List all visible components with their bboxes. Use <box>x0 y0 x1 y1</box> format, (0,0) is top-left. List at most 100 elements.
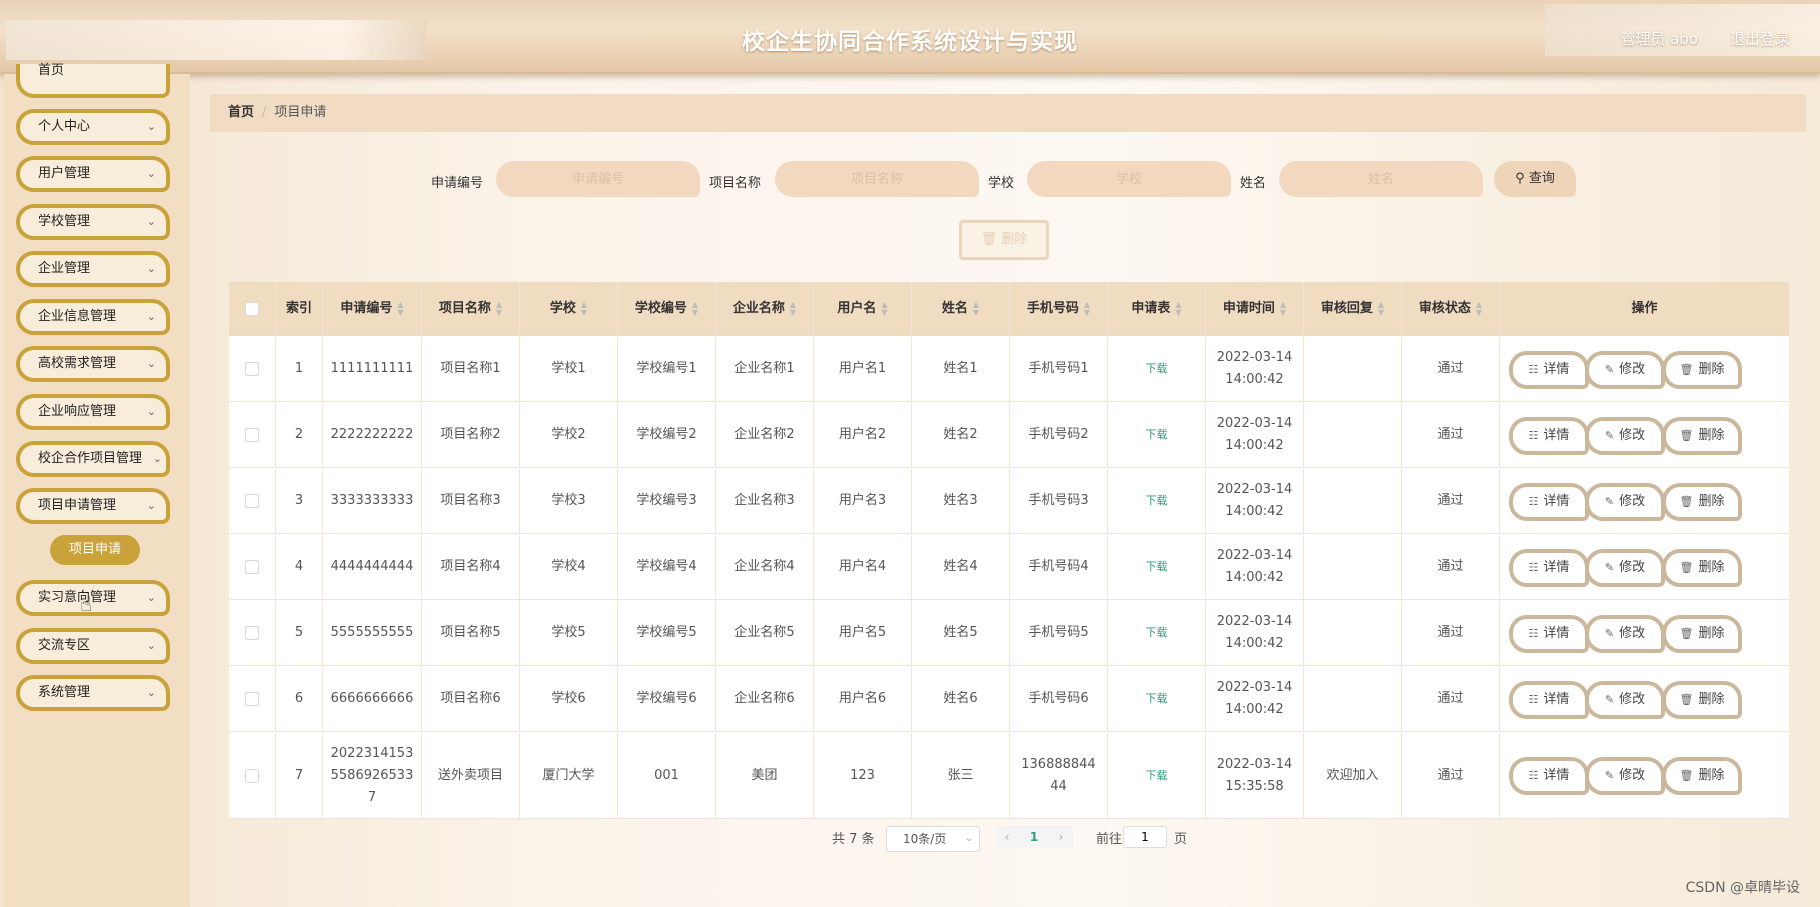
header-company[interactable]: 企业名称 ▲ ▼ <box>716 282 814 336</box>
header-school[interactable]: 学校 ▲ ▼ <box>520 282 618 336</box>
sort-icon[interactable]: ▲ ▼ <box>397 301 403 317</box>
name-input[interactable] <box>1279 161 1483 197</box>
header-form[interactable]: 申请表 ▲ ▼ <box>1108 282 1206 336</box>
edit-button[interactable]: ✎ 修改 <box>1585 680 1665 719</box>
download-link[interactable]: 下载 <box>1146 556 1168 578</box>
sidebar-item-internship-intent[interactable]: 实习意向管理 ⌄ <box>16 580 170 616</box>
edit-button[interactable]: ✎ 修改 <box>1585 416 1665 455</box>
sort-icon[interactable]: ▲ ▼ <box>581 301 587 317</box>
row-select-cell[interactable] <box>229 733 276 818</box>
sort-icon[interactable]: ▲ ▼ <box>881 301 887 317</box>
detail-button[interactable]: ☷ 详情 <box>1509 482 1589 521</box>
header-select-all[interactable] <box>229 282 276 336</box>
sort-icon[interactable]: ▲ ▼ <box>496 301 502 317</box>
edit-button[interactable]: ✎ 修改 <box>1585 614 1665 653</box>
submenu-project-application[interactable]: 项目申请 <box>50 535 140 565</box>
sidebar-item-user-management[interactable]: 用户管理 ⌄ <box>16 156 170 192</box>
detail-button[interactable]: ☷ 详情 <box>1509 614 1589 653</box>
form-cell[interactable]: 下载 <box>1108 403 1206 467</box>
header-project-name[interactable]: 项目名称 ▲ ▼ <box>422 282 520 336</box>
breadcrumb-home[interactable]: 首页 <box>228 105 254 120</box>
batch-delete-button[interactable]: 🗑 删除 <box>959 220 1049 260</box>
sidebar-item-college-demand[interactable]: 高校需求管理 ⌄ <box>16 346 170 382</box>
sidebar-item-project-application[interactable]: 项目申请管理 ⌄ <box>16 488 170 524</box>
sidebar-item-company-info[interactable]: 企业信息管理 ⌄ <box>16 299 170 335</box>
sidebar-item-cooperation-project[interactable]: 校企合作项目管理 ⌄ <box>16 441 170 477</box>
sort-icon[interactable]: ▲ ▼ <box>1280 301 1286 317</box>
download-link[interactable]: 下载 <box>1146 765 1168 787</box>
sort-icon[interactable]: ▲ ▼ <box>973 301 979 317</box>
form-cell[interactable]: 下载 <box>1108 337 1206 401</box>
goto-page-input[interactable] <box>1123 826 1167 848</box>
edit-button[interactable]: ✎ 修改 <box>1585 350 1665 389</box>
logout-link[interactable]: 退出登录 <box>1730 28 1790 49</box>
edit-button[interactable]: ✎ 修改 <box>1585 757 1665 795</box>
detail-button[interactable]: ☷ 详情 <box>1509 416 1589 455</box>
edit-button[interactable]: ✎ 修改 <box>1585 548 1665 587</box>
header-apply-time[interactable]: 申请时间 ▲ ▼ <box>1206 282 1304 336</box>
download-link[interactable]: 下载 <box>1146 622 1168 644</box>
row-checkbox[interactable] <box>245 626 259 640</box>
form-cell[interactable]: 下载 <box>1108 733 1206 818</box>
row-select-cell[interactable] <box>229 601 276 665</box>
sort-icon[interactable]: ▲ ▼ <box>1378 301 1384 317</box>
sort-icon[interactable]: ▲ ▼ <box>1084 301 1090 317</box>
sort-icon[interactable]: ▲ ▼ <box>1175 301 1181 317</box>
delete-button[interactable]: 🗑 删除 <box>1662 482 1742 521</box>
sort-icon[interactable]: ▲ ▼ <box>692 301 698 317</box>
form-cell[interactable]: 下载 <box>1108 667 1206 731</box>
download-link[interactable]: 下载 <box>1146 358 1168 380</box>
header-review-status[interactable]: 审核状态 ▲ ▼ <box>1402 282 1500 336</box>
row-select-cell[interactable] <box>229 337 276 401</box>
sidebar-item-company-response[interactable]: 企业响应管理 ⌄ <box>16 394 170 430</box>
download-link[interactable]: 下载 <box>1146 424 1168 446</box>
header-apply-no[interactable]: 申请编号 ▲ ▼ <box>323 282 422 336</box>
sidebar-item-company-management[interactable]: 企业管理 ⌄ <box>16 251 170 287</box>
sort-icon[interactable]: ▲ ▼ <box>1476 301 1482 317</box>
sidebar-item-personal-center[interactable]: 个人中心 ⌄ <box>16 109 170 145</box>
row-select-cell[interactable] <box>229 535 276 599</box>
header-review-reply[interactable]: 审核回复 ▲ ▼ <box>1304 282 1402 336</box>
row-checkbox[interactable] <box>245 692 259 706</box>
prev-page-icon[interactable]: ‹ <box>997 826 1017 848</box>
header-phone[interactable]: 手机号码 ▲ ▼ <box>1010 282 1108 336</box>
query-button[interactable]: ⚲ 查询 <box>1494 161 1576 197</box>
page-size-select[interactable]: 10条/页 ⌄ <box>886 826 980 852</box>
download-link[interactable]: 下载 <box>1146 688 1168 710</box>
delete-button[interactable]: 🗑 删除 <box>1662 680 1742 719</box>
sidebar-item-system-management[interactable]: 系统管理 ⌄ <box>16 675 170 711</box>
current-page[interactable]: 1 <box>1024 826 1044 848</box>
school-input[interactable] <box>1027 161 1231 197</box>
form-cell[interactable]: 下载 <box>1108 469 1206 533</box>
row-checkbox[interactable] <box>245 560 259 574</box>
detail-button[interactable]: ☷ 详情 <box>1509 757 1589 795</box>
detail-button[interactable]: ☷ 详情 <box>1509 680 1589 719</box>
delete-button[interactable]: 🗑 删除 <box>1662 757 1742 795</box>
delete-button[interactable]: 🗑 删除 <box>1662 548 1742 587</box>
select-all-checkbox[interactable] <box>245 302 259 316</box>
row-select-cell[interactable] <box>229 667 276 731</box>
delete-button[interactable]: 🗑 删除 <box>1662 416 1742 455</box>
row-checkbox[interactable] <box>245 362 259 376</box>
sidebar-item-home[interactable]: 首页 <box>16 64 170 98</box>
header-username[interactable]: 用户名 ▲ ▼ <box>814 282 912 336</box>
sidebar-item-exchange-zone[interactable]: 交流专区 ⌄ <box>16 628 170 664</box>
download-link[interactable]: 下载 <box>1146 490 1168 512</box>
apply-no-input[interactable] <box>496 161 700 197</box>
next-page-icon[interactable]: › <box>1051 826 1071 848</box>
sidebar-item-school-management[interactable]: 学校管理 ⌄ <box>16 204 170 240</box>
row-checkbox[interactable] <box>245 428 259 442</box>
project-name-input[interactable] <box>775 161 979 197</box>
delete-button[interactable]: 🗑 删除 <box>1662 350 1742 389</box>
row-select-cell[interactable] <box>229 469 276 533</box>
detail-button[interactable]: ☷ 详情 <box>1509 548 1589 587</box>
delete-button[interactable]: 🗑 删除 <box>1662 614 1742 653</box>
row-checkbox[interactable] <box>245 494 259 508</box>
detail-button[interactable]: ☷ 详情 <box>1509 350 1589 389</box>
header-school-no[interactable]: 学校编号 ▲ ▼ <box>618 282 716 336</box>
sort-icon[interactable]: ▲ ▼ <box>790 301 796 317</box>
form-cell[interactable]: 下载 <box>1108 601 1206 665</box>
row-checkbox[interactable] <box>245 768 259 783</box>
form-cell[interactable]: 下载 <box>1108 535 1206 599</box>
row-select-cell[interactable] <box>229 403 276 467</box>
